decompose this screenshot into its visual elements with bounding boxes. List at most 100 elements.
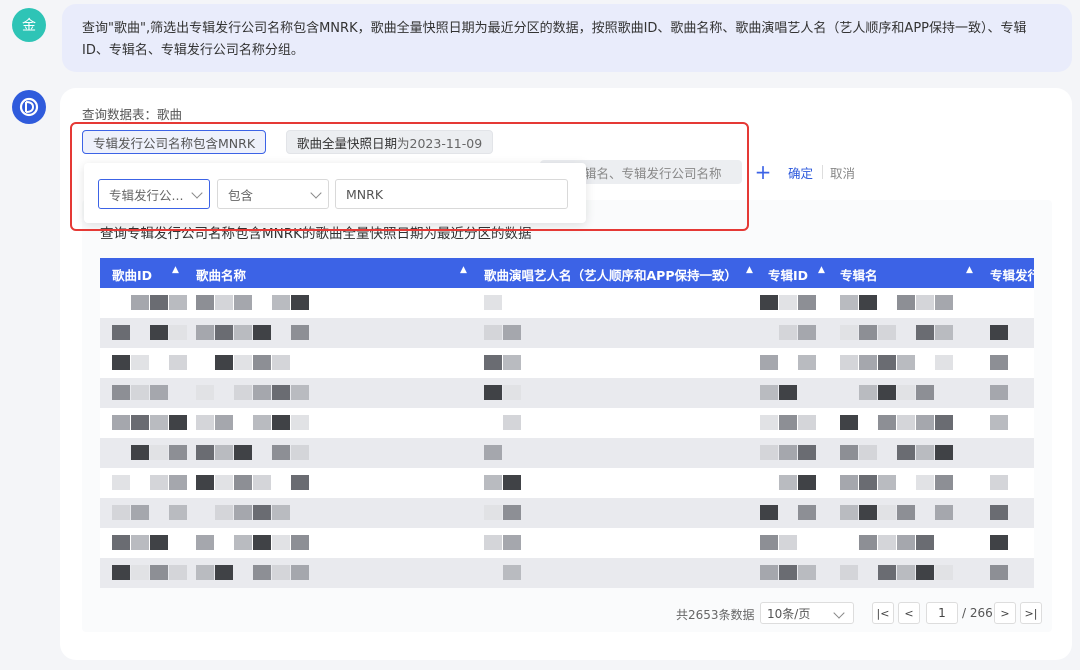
redacted-cell xyxy=(779,295,797,310)
redacted-cell xyxy=(112,415,130,430)
chevron-down-icon xyxy=(833,607,845,619)
redacted-cell xyxy=(234,385,252,400)
filter-operator-value: 包含 xyxy=(228,187,254,203)
plus-icon[interactable]: + xyxy=(752,160,774,184)
total-count: 共2653条数据 xyxy=(676,608,755,622)
redacted-cell xyxy=(916,475,934,490)
confirm-button[interactable]: 确定 xyxy=(788,163,813,182)
cancel-button[interactable]: 取消 xyxy=(830,163,855,182)
redacted-cell xyxy=(234,475,252,490)
redacted-cell xyxy=(112,535,130,550)
sort-icon[interactable]: ▲ xyxy=(818,265,825,275)
prev-page-button[interactable]: < xyxy=(898,602,920,624)
redacted-cell xyxy=(840,355,858,370)
table-row[interactable] xyxy=(100,318,1034,348)
redacted-cell xyxy=(897,355,915,370)
redacted-cell xyxy=(760,385,778,400)
table-row[interactable] xyxy=(100,408,1034,438)
table-row[interactable] xyxy=(100,348,1034,378)
redacted-cell xyxy=(291,295,309,310)
redacted-cell xyxy=(859,505,877,520)
redacted-cell xyxy=(503,475,521,490)
redacted-cell xyxy=(798,295,816,310)
redacted-cell xyxy=(779,325,797,340)
redacted-cell xyxy=(760,355,778,370)
redacted-cell xyxy=(859,445,877,460)
table-row[interactable] xyxy=(100,528,1034,558)
redacted-cell xyxy=(878,535,896,550)
first-page-button[interactable]: |< xyxy=(872,602,894,624)
filter-chip-date[interactable]: 歌曲全量快照日期 为2023-11-09 xyxy=(286,130,494,154)
redacted-cell xyxy=(484,505,502,520)
redacted-cell xyxy=(798,565,816,580)
redacted-cell xyxy=(859,535,877,550)
table-row[interactable] xyxy=(100,558,1034,588)
sort-icon[interactable]: ▲ xyxy=(172,265,179,275)
table-row[interactable] xyxy=(100,378,1034,408)
redacted-cell xyxy=(131,535,149,550)
redacted-cell xyxy=(840,445,858,460)
table-header: 歌曲ID ▲ 歌曲名称 ▲ 歌曲演唱艺人名（艺人顺序和APP保持一致） ▲ 专辑… xyxy=(100,258,1034,288)
sort-icon[interactable]: ▲ xyxy=(746,265,753,275)
column-header-song-id[interactable]: 歌曲ID xyxy=(112,265,152,284)
redacted-cell xyxy=(990,355,1008,370)
redacted-cell xyxy=(779,415,797,430)
column-header-song-name[interactable]: 歌曲名称 xyxy=(196,265,246,284)
user-avatar: 金 xyxy=(12,8,46,42)
redacted-cell xyxy=(798,325,816,340)
redacted-cell xyxy=(112,385,130,400)
page-number-input[interactable]: 1 xyxy=(926,602,958,624)
redacted-cell xyxy=(503,415,521,430)
filter-chip-date-value: 为2023-11-09 xyxy=(397,135,483,151)
table-row[interactable] xyxy=(100,288,1034,318)
redacted-cell xyxy=(840,295,858,310)
user-message: 查询"歌曲",筛选出专辑发行公司名称包含MNRK，歌曲全量快照日期为最近分区的数… xyxy=(62,4,1072,72)
redacted-cell xyxy=(897,445,915,460)
redacted-cell xyxy=(272,385,290,400)
next-page-button[interactable]: > xyxy=(994,602,1016,624)
filter-value-input[interactable]: MNRK xyxy=(335,179,568,209)
redacted-cell xyxy=(196,445,214,460)
column-header-artist[interactable]: 歌曲演唱艺人名（艺人顺序和APP保持一致） xyxy=(484,265,737,284)
column-header-publisher[interactable]: 专辑发行 xyxy=(990,265,1034,284)
filter-chip-company[interactable]: 专辑发行公司名称包含MNRK xyxy=(82,130,267,154)
redacted-cell xyxy=(234,505,252,520)
redacted-cell xyxy=(196,325,214,340)
sort-icon[interactable]: ▲ xyxy=(966,265,973,275)
redacted-cell xyxy=(253,415,271,430)
redacted-cell xyxy=(196,565,214,580)
redacted-cell xyxy=(990,535,1008,550)
result-table: 歌曲ID ▲ 歌曲名称 ▲ 歌曲演唱艺人名（艺人顺序和APP保持一致） ▲ 专辑… xyxy=(100,258,1034,588)
table-row[interactable] xyxy=(100,438,1034,468)
column-header-album-id[interactable]: 专辑ID xyxy=(768,265,808,284)
redacted-cell xyxy=(169,415,187,430)
table-row[interactable] xyxy=(100,468,1034,498)
redacted-cell xyxy=(484,295,502,310)
redacted-cell xyxy=(150,325,168,340)
redacted-cell xyxy=(215,295,233,310)
redacted-cell xyxy=(897,415,915,430)
redacted-cell xyxy=(503,385,521,400)
sort-icon[interactable]: ▲ xyxy=(460,265,467,275)
redacted-cell xyxy=(840,505,858,520)
total-pages: / 266 xyxy=(962,606,993,620)
redacted-cell xyxy=(878,475,896,490)
redacted-cell xyxy=(196,475,214,490)
redacted-cell xyxy=(760,445,778,460)
redacted-cell xyxy=(215,325,233,340)
redacted-cell xyxy=(291,475,309,490)
column-header-album-name[interactable]: 专辑名 xyxy=(840,265,878,284)
redacted-cell xyxy=(150,445,168,460)
redacted-cell xyxy=(150,385,168,400)
redacted-cell xyxy=(234,325,252,340)
divider xyxy=(822,165,823,179)
filter-operator-select[interactable]: 包含 xyxy=(217,179,329,209)
filter-field-select[interactable]: 专辑发行公... xyxy=(98,179,210,209)
redacted-cell xyxy=(272,445,290,460)
page-size-select[interactable]: 10条/页 xyxy=(760,602,854,624)
redacted-cell xyxy=(990,385,1008,400)
last-page-button[interactable]: >| xyxy=(1020,602,1042,624)
table-row[interactable] xyxy=(100,498,1034,528)
redacted-cell xyxy=(798,445,816,460)
chevron-down-icon xyxy=(191,187,203,199)
